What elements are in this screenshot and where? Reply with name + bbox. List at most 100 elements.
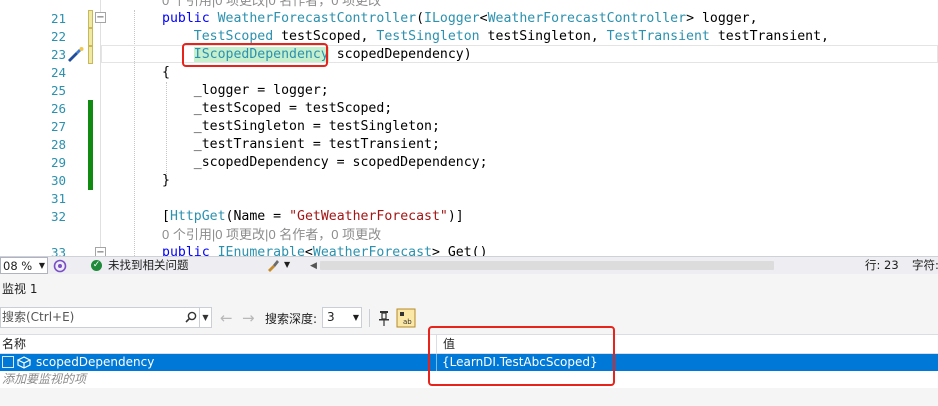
code-line: 31 [0, 190, 938, 208]
chevron-down-icon: ▼ [352, 313, 359, 322]
issues-status[interactable]: 未找到相关问题 [108, 257, 189, 273]
expand-toggle[interactable] [2, 356, 14, 368]
hex-display-icon[interactable]: ab [396, 308, 416, 328]
code-token: WeatherForecastController [487, 11, 687, 26]
code-line: 32 [HttpGet(Name = "GetWeatherForecast")] [0, 208, 938, 226]
code-line: 30} [0, 172, 938, 190]
code-token: HttpGet [169, 209, 226, 224]
code-token: _testScoped = testScoped; [162, 101, 393, 116]
annotation-highlight-type [182, 43, 328, 67]
svg-text:ab: ab [403, 318, 412, 326]
line-number: 30 [50, 173, 66, 188]
line-number: 29 [50, 155, 66, 170]
code-token: scopedDependency) [328, 47, 472, 62]
code-token: WeatherForecastController [217, 11, 417, 26]
collapse-toggle[interactable]: − [95, 12, 106, 23]
line-number: 21 [50, 11, 66, 26]
search-depth-dropdown[interactable]: 3 ▼ [322, 307, 362, 328]
code-token: (Name = [225, 209, 290, 224]
code-line: 27 _testSingleton = testSingleton; [0, 118, 938, 136]
pin-icon[interactable] [374, 308, 394, 328]
chevron-down-icon[interactable]: ▼ [284, 257, 290, 273]
zoom-value: 08 % [3, 259, 33, 273]
scroll-left-icon[interactable]: ◀ [310, 258, 317, 274]
code-token: > Get() [431, 245, 488, 256]
code-text: _testSingleton = testSingleton; [162, 118, 440, 136]
code-token: < [304, 245, 313, 256]
check-circle-icon: ✓ [91, 260, 102, 271]
line-number: 32 [50, 209, 66, 224]
code-token: < [479, 11, 488, 26]
code-token: testTransient, [709, 29, 829, 44]
code-token: TestTransient [606, 29, 710, 44]
horizontal-scrollbar[interactable] [320, 261, 774, 270]
code-token: ILogger [424, 11, 480, 26]
code-token: [ [162, 209, 170, 224]
change-marker [88, 10, 93, 28]
collapse-toggle[interactable]: − [95, 247, 106, 256]
code-token: )] [447, 209, 464, 224]
watch-search-input[interactable]: 搜索(Ctrl+E) ▼ [0, 307, 212, 328]
code-line: 33 public IEnumerable<WeatherForecast> Ge… [0, 244, 938, 256]
code-text: _logger = logger; [162, 82, 329, 100]
change-marker [88, 136, 93, 154]
code-line: 25 _logger = logger; [0, 82, 938, 100]
line-indicator: 行: 23 [865, 258, 899, 272]
code-token: { [162, 65, 170, 80]
quick-action-pen-icon[interactable] [66, 46, 84, 62]
char-indicator: 字符: [912, 258, 938, 272]
column-header-name[interactable]: 名称 [2, 335, 26, 353]
line-number: 22 [50, 29, 66, 44]
code-token: ( [416, 11, 425, 26]
code-text: public WeatherForecastController(ILogger… [162, 10, 758, 28]
code-text: _scopedDependency = scopedDependency; [162, 154, 488, 172]
watch-panel-title[interactable]: 监视 1 [0, 274, 938, 304]
line-number: 33 [50, 245, 66, 256]
code-token: WeatherForecast [312, 245, 432, 256]
codelens-hint[interactable]: 0 个引用|0 项更改|0 名作者，0 项更改 [0, 0, 938, 10]
search-depth-value: 3 [327, 310, 335, 324]
search-depth-label: 搜索深度: [265, 312, 318, 326]
code-editor[interactable]: 0 个引用|0 项更改|0 名作者，0 项更改 21 public WeatherF… [0, 0, 938, 256]
change-marker [88, 46, 93, 64]
search-placeholder: 搜索(Ctrl+E) [2, 310, 75, 324]
code-line: 23 IScopedDependency scopedDependency) [0, 46, 938, 64]
code-line: 26 _testScoped = testScoped; [0, 100, 938, 118]
line-number: 28 [50, 137, 66, 152]
toolbar-separator [369, 309, 370, 327]
zoom-dropdown[interactable]: 08 % ▼ [0, 257, 48, 274]
change-marker [88, 154, 93, 172]
change-marker [88, 118, 93, 136]
code-text: { [162, 64, 170, 82]
line-number: 27 [50, 119, 66, 134]
copilot-icon[interactable] [53, 259, 67, 273]
code-text: [HttpGet(Name = "GetWeatherForecast")] [162, 208, 464, 226]
change-marker [88, 172, 93, 190]
search-icon[interactable] [185, 311, 197, 323]
code-line: 28 _testTransient = testTransient; [0, 136, 938, 154]
code-token: 0 个引用|0 项更改|0 名作者，0 项更改 [162, 227, 382, 242]
code-token: _scopedDependency = scopedDependency; [162, 155, 488, 170]
search-previous-arrow-icon[interactable]: ← [220, 309, 233, 327]
code-token: TestScoped [193, 29, 274, 44]
search-next-arrow-icon[interactable]: → [242, 309, 255, 327]
variable-icon [17, 356, 31, 369]
code-token: } [162, 173, 170, 188]
code-text: public IEnumerable<WeatherForecast> Get(… [162, 244, 488, 256]
code-cleanup-brush-icon[interactable] [266, 258, 280, 272]
change-marker [88, 100, 93, 118]
annotation-highlight-value [428, 326, 615, 386]
code-line: 24 { [0, 64, 938, 82]
code-token: _testTransient = testTransient; [162, 137, 440, 152]
codelens-text: 0 个引用|0 项更改|0 名作者，0 项更改 [162, 0, 381, 10]
code-text: } [162, 172, 170, 190]
watch-item-name[interactable]: scopedDependency [36, 354, 154, 370]
chevron-down-icon: ▼ [38, 261, 45, 270]
change-marker [88, 28, 93, 46]
code-line: 29 _scopedDependency = scopedDependency; [0, 154, 938, 172]
chevron-down-icon[interactable]: ▼ [199, 308, 211, 327]
editor-status-bar: 08 % ▼ ✓ 未找到相关问题 ▼ ◀ 行: 23 字符: [0, 256, 938, 274]
line-number: 26 [50, 101, 66, 116]
codelens-hint[interactable]: 0 个引用|0 项更改|0 名作者，0 项更改 [0, 226, 938, 244]
